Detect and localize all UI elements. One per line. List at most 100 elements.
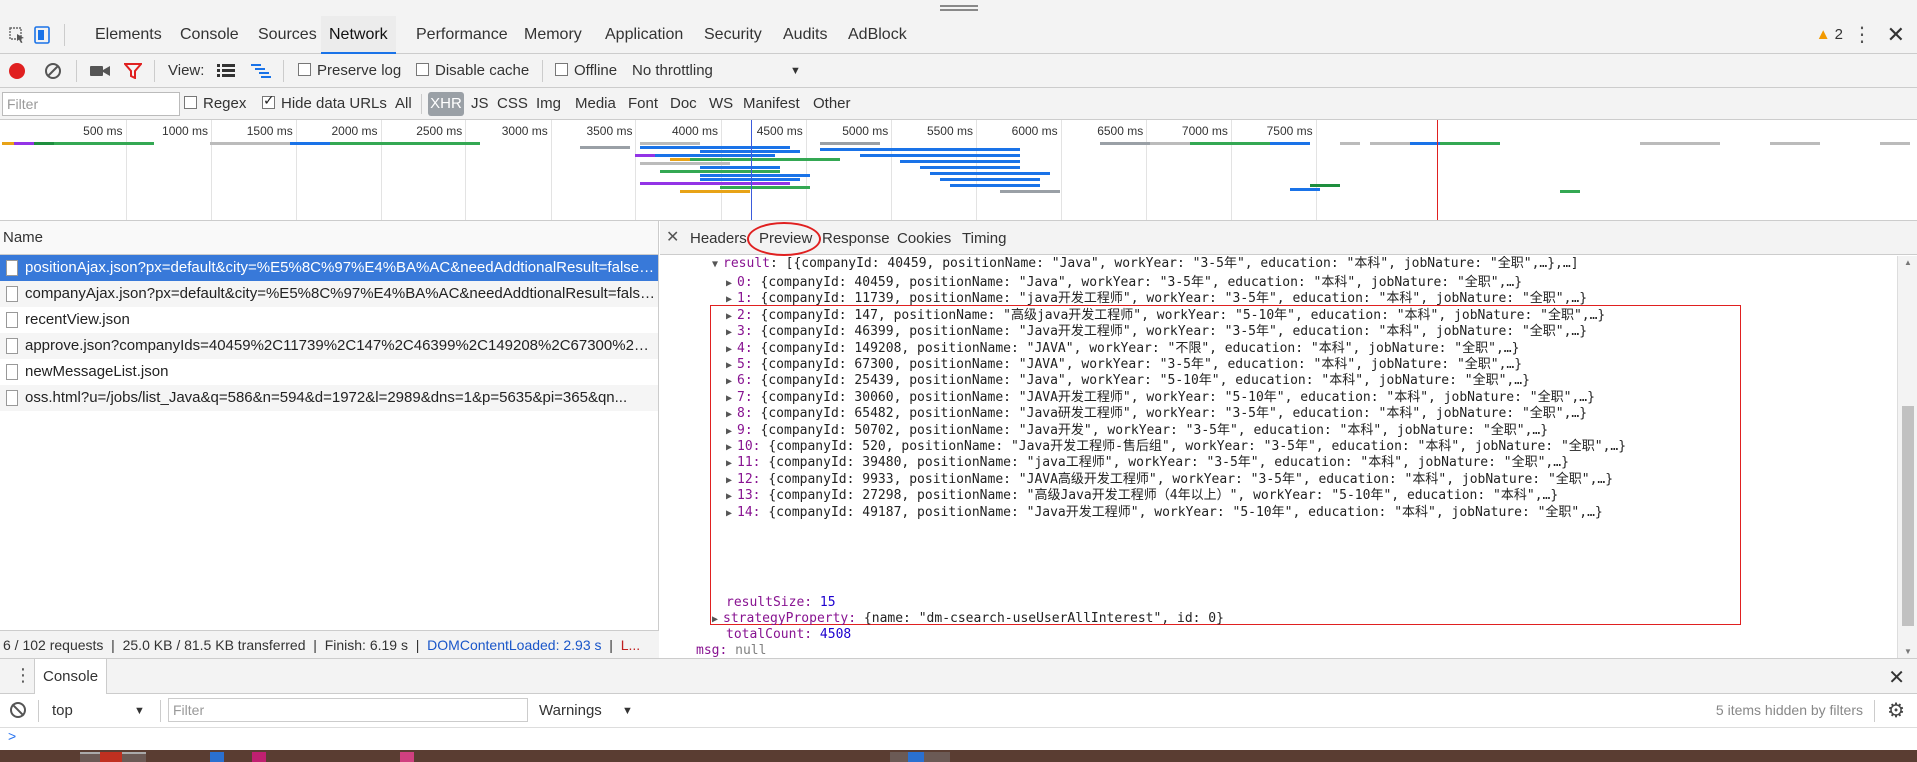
name-column-header[interactable]: Name (0, 221, 658, 255)
console-prompt[interactable]: > (0, 728, 1917, 750)
waterfall-overview-icon[interactable] (251, 64, 271, 78)
clear-icon[interactable] (44, 62, 62, 80)
close-drawer-icon[interactable]: ✕ (1888, 665, 1905, 690)
collapse-triangle-icon[interactable]: ▶ (726, 344, 732, 355)
scroll-down-icon[interactable]: ▼ (1904, 647, 1912, 656)
tab-timing[interactable]: Timing (962, 230, 1006, 247)
preview-scrollbar[interactable]: ▲ ▼ (1897, 256, 1917, 658)
tab-application[interactable]: Application (603, 16, 685, 54)
scroll-up-icon[interactable]: ▲ (1904, 258, 1912, 267)
network-overview-timeline[interactable]: 500 ms 1000 ms 1500 ms 2000 ms 2500 ms 3000 m… (0, 120, 1917, 221)
log-level-dropdown-icon[interactable]: ▼ (622, 705, 633, 717)
tab-console[interactable]: Console (178, 16, 241, 54)
taskbar-app-icon[interactable] (252, 752, 266, 762)
json-preview[interactable]: ▼ result: [{companyId: 40459, positionNam… (660, 256, 1897, 658)
type-xhr[interactable]: XHR (428, 92, 464, 116)
drag-handle-icon[interactable] (940, 5, 978, 11)
tab-response[interactable]: Response (822, 230, 890, 247)
throttling-dropdown-icon[interactable]: ▼ (790, 65, 801, 77)
result-node[interactable]: ▼ result: [{companyId: 40459, positionNam… (712, 256, 1579, 274)
offline-checkbox[interactable]: Offline (555, 62, 617, 79)
warning-counter[interactable]: ▲ 2 (1816, 26, 1843, 43)
type-js[interactable]: JS (471, 95, 489, 112)
timeline-tick: 5000 ms (842, 120, 893, 220)
taskbar-app-icon[interactable] (100, 752, 122, 762)
capture-screenshots-icon[interactable] (90, 64, 110, 78)
type-ws[interactable]: WS (709, 95, 733, 112)
close-detail-icon[interactable]: ✕ (666, 227, 679, 247)
request-row[interactable]: approve.json?companyIds=40459%2C11739%2C… (0, 333, 658, 359)
record-icon[interactable] (8, 62, 26, 80)
request-row[interactable]: positionAjax.json?px=default&city=%E5%8C… (0, 255, 658, 281)
scrollbar-thumb[interactable] (1902, 406, 1914, 626)
filter-input[interactable]: Filter (2, 92, 180, 116)
tab-security[interactable]: Security (702, 16, 764, 54)
timeline-tick-label: 3000 ms (501, 124, 548, 138)
console-settings-gear-icon[interactable]: ⚙ (1887, 698, 1905, 723)
collapse-triangle-icon[interactable]: ▶ (726, 442, 732, 453)
tab-elements[interactable]: Elements (93, 16, 164, 54)
collapse-triangle-icon[interactable]: ▶ (712, 614, 718, 625)
regex-checkbox[interactable]: Regex (184, 95, 246, 112)
taskbar-app-icon[interactable] (908, 752, 924, 762)
timeline-tick: 7000 ms (1182, 120, 1232, 220)
tab-audits[interactable]: Audits (781, 16, 829, 54)
collapse-triangle-icon[interactable]: ▶ (726, 475, 732, 486)
collapse-triangle-icon[interactable]: ▶ (726, 376, 732, 387)
collapse-triangle-icon[interactable]: ▶ (726, 278, 732, 289)
type-all[interactable]: All (395, 95, 412, 112)
type-doc[interactable]: Doc (670, 95, 697, 112)
context-dropdown-icon[interactable]: ▼ (134, 705, 145, 717)
result-item-row[interactable]: ▶ 14: {companyId: 49187, positionName: "J… (726, 503, 1603, 523)
close-devtools-icon[interactable]: ✕ (1887, 22, 1905, 48)
collapse-triangle-icon[interactable]: ▶ (726, 491, 732, 502)
expand-triangle-icon[interactable]: ▼ (712, 259, 718, 270)
tab-sources[interactable]: Sources (256, 16, 319, 54)
tab-memory[interactable]: Memory (522, 16, 584, 54)
collapse-triangle-icon[interactable]: ▶ (726, 508, 732, 519)
drawer-menu-icon[interactable]: ⋮ (14, 665, 32, 686)
request-row[interactable]: oss.html?u=/jobs/list_Java&q=586&n=594&d… (0, 385, 658, 411)
more-menu-icon[interactable]: ⋮ (1852, 22, 1872, 47)
preserve-log-checkbox[interactable]: Preserve log (298, 62, 401, 79)
collapse-triangle-icon[interactable]: ▶ (726, 311, 732, 322)
timeline-tick: 2500 ms (416, 120, 467, 220)
taskbar-app-icon[interactable] (400, 752, 414, 762)
tab-headers[interactable]: Headers (690, 230, 747, 247)
clear-console-icon[interactable] (10, 702, 26, 718)
resize-grip[interactable] (0, 0, 1917, 16)
type-manifest[interactable]: Manifest (743, 95, 800, 112)
tab-adblock[interactable]: AdBlock (846, 16, 909, 54)
collapse-triangle-icon[interactable]: ▶ (726, 409, 732, 420)
type-css[interactable]: CSS (497, 95, 528, 112)
console-filter-input[interactable]: Filter (168, 698, 528, 722)
tab-console-drawer[interactable]: Console (34, 659, 108, 694)
request-row[interactable]: recentView.json (0, 307, 658, 333)
collapse-triangle-icon[interactable]: ▶ (726, 327, 732, 338)
type-img[interactable]: Img (536, 95, 561, 112)
tab-performance[interactable]: Performance (414, 16, 510, 54)
type-other[interactable]: Other (813, 95, 851, 112)
collapse-triangle-icon[interactable]: ▶ (726, 426, 732, 437)
request-row[interactable]: companyAjax.json?px=default&city=%E5%8C%… (0, 281, 658, 307)
request-row[interactable]: newMessageList.json (0, 359, 658, 385)
disable-cache-checkbox[interactable]: Disable cache (416, 62, 529, 79)
tab-cookies[interactable]: Cookies (897, 230, 951, 247)
collapse-triangle-icon[interactable]: ▶ (726, 393, 732, 404)
log-level-select[interactable]: Warnings (539, 702, 602, 719)
collapse-triangle-icon[interactable]: ▶ (726, 458, 732, 469)
type-font[interactable]: Font (628, 95, 658, 112)
collapse-triangle-icon[interactable]: ▶ (726, 294, 732, 305)
throttling-select[interactable]: No throttling (632, 62, 713, 79)
type-media[interactable]: Media (575, 95, 616, 112)
large-rows-icon[interactable] (217, 64, 235, 78)
tab-network[interactable]: Network (321, 16, 396, 54)
filter-icon[interactable] (124, 63, 142, 79)
taskbar-app-icon[interactable] (210, 752, 224, 762)
collapse-triangle-icon[interactable]: ▶ (726, 360, 732, 371)
device-toolbar-icon[interactable] (34, 26, 52, 44)
context-select[interactable]: top (52, 702, 73, 719)
warning-icon: ▲ (1815, 26, 1831, 43)
inspect-element-icon[interactable] (8, 26, 26, 44)
hide-data-urls-checkbox[interactable]: Hide data URLs (262, 92, 387, 112)
